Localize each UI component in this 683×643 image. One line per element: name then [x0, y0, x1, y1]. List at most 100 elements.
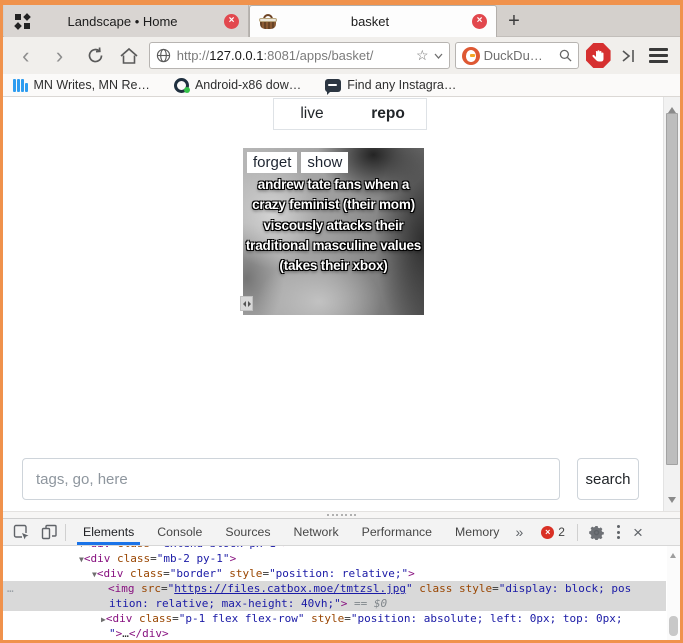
code-token-attr: style: [452, 582, 492, 595]
toolbar-divider: [65, 524, 66, 541]
code-token-attr: class: [110, 552, 150, 565]
devtools-code-line[interactable]: … <img src = "https://files.catbox.moe/tmtz…: [3, 581, 666, 596]
show-button[interactable]: show: [301, 152, 348, 173]
android-icon: [174, 78, 189, 93]
inspect-element-icon[interactable]: [13, 524, 30, 541]
forward-button[interactable]: ›: [49, 42, 71, 70]
tab-title: Landscape • Home: [30, 14, 215, 29]
code-token-link: https://files.catbox.moe/tmtzsl.jpg: [174, 582, 406, 595]
tab-performance[interactable]: Performance: [362, 519, 432, 545]
close-tab-icon[interactable]: ×: [472, 14, 487, 29]
code-token-attr: src: [135, 582, 162, 595]
more-tabs-icon[interactable]: »: [515, 524, 523, 540]
scrollbar-thumb[interactable]: [666, 113, 678, 465]
code-token-tag: >: [283, 546, 290, 550]
tab-network[interactable]: Network: [294, 519, 339, 545]
devtools-scrollbar[interactable]: [667, 546, 680, 640]
bookmark-item[interactable]: Android-x86 dow…: [174, 78, 301, 93]
chat-icon: [325, 79, 341, 92]
mode-switch: live repo: [273, 98, 427, 130]
code-token-punct: =: [172, 612, 179, 625]
repo-link[interactable]: repo: [350, 99, 426, 129]
code-token-attr: class: [413, 582, 453, 595]
bookmark-item[interactable]: MN Writes, MN Re…: [13, 78, 150, 92]
code-token-value: "mb-2 py-1": [157, 552, 230, 565]
forget-button[interactable]: forget: [247, 152, 297, 173]
new-tab-button[interactable]: +: [503, 11, 525, 33]
code-token-value: ition: relative; max-height: 40vh;": [109, 597, 341, 610]
scroll-up-icon[interactable]: [668, 103, 676, 113]
back-button[interactable]: ‹: [15, 42, 37, 70]
line-ellipsis-icon[interactable]: …: [7, 581, 13, 596]
app-grid-icon: [15, 14, 30, 29]
tab-elements[interactable]: Elements: [83, 519, 134, 545]
duckduckgo-icon: [462, 47, 480, 65]
reload-button[interactable]: [84, 42, 106, 70]
code-token-value: ": [406, 582, 413, 595]
search-engine-bar[interactable]: DuckDu…: [455, 42, 579, 69]
tab-basket[interactable]: basket ×: [249, 5, 497, 37]
home-button[interactable]: [118, 42, 140, 70]
error-icon: ×: [541, 526, 554, 539]
bookmark-label: MN Writes, MN Re…: [34, 78, 150, 92]
tab-memory[interactable]: Memory: [455, 519, 499, 545]
error-count: 2: [558, 525, 565, 539]
url-dropdown-icon[interactable]: [434, 53, 443, 59]
devtools-code-line[interactable]: ▼<div class="extend block px-1">: [3, 546, 666, 551]
devtools-resize-handle[interactable]: [3, 511, 680, 518]
code-token-attr: class: [132, 612, 172, 625]
scroll-up-icon[interactable]: [670, 550, 676, 558]
devtools-code-line[interactable]: ▼<div class="border" style="position: re…: [3, 566, 666, 581]
error-badge[interactable]: × 2: [541, 525, 565, 539]
page-scrollbar[interactable]: [663, 97, 680, 511]
mini-scrollbar[interactable]: [240, 296, 253, 311]
settings-gear-icon[interactable]: [589, 525, 604, 540]
code-token-punct: =: [344, 612, 351, 625]
search-button[interactable]: search: [577, 458, 639, 500]
navigation-toolbar: ‹ › http://127.0.0.1:8081/apps/basket/ ☆…: [3, 37, 680, 74]
bookmark-label: Android-x86 dow…: [195, 78, 301, 92]
adblock-stop-icon[interactable]: [586, 43, 611, 68]
tags-input[interactable]: [22, 458, 560, 500]
tab-sources[interactable]: Sources: [225, 519, 270, 545]
devtools-code-line[interactable]: ▶<div class="p-1 flex flex-row" style="p…: [3, 611, 666, 626]
devtools-tabs: Elements Console Sources Network Perform…: [83, 519, 499, 545]
search-icon[interactable]: [559, 49, 572, 62]
devtools-elements-panel: ▶<div class="p-1 flex flex-row" style="p…: [3, 546, 680, 640]
code-token-value: "p-1 flex flex-row": [179, 612, 305, 625]
scroll-down-icon[interactable]: [668, 497, 676, 507]
code-token-punct: =: [492, 582, 499, 595]
devtools-code-line[interactable]: ">…</div>: [3, 626, 666, 640]
code-token-value: ": [109, 627, 116, 640]
tab-console[interactable]: Console: [157, 519, 202, 545]
sidebar-toggle-icon[interactable]: [620, 42, 640, 70]
code-token-tag: <div: [84, 546, 111, 550]
meme-image: forget show andrew tate fans when a craz…: [243, 148, 424, 315]
devtools-code-line[interactable]: ▼<div class="mb-2 py-1">: [3, 551, 666, 566]
bookmark-item[interactable]: Find any Instagra…: [325, 78, 456, 92]
address-bar[interactable]: http://127.0.0.1:8081/apps/basket/ ☆: [149, 42, 450, 69]
code-token-attr: class: [123, 567, 163, 580]
devtools-close-icon[interactable]: ×: [633, 524, 643, 541]
live-link[interactable]: live: [274, 99, 350, 129]
bookmark-star-icon[interactable]: ☆: [416, 47, 429, 64]
scrollbar-thumb[interactable]: [669, 616, 678, 636]
code-token-tag: <div: [106, 612, 133, 625]
code-token-punct: =: [163, 567, 170, 580]
toolbar-divider: [577, 524, 578, 541]
code-token-value: "border": [170, 567, 223, 580]
card-actions: forget show: [243, 148, 352, 177]
menu-hamburger-icon[interactable]: [649, 48, 668, 63]
code-token-attr: class: [110, 546, 150, 550]
code-token-tag: >: [408, 567, 415, 580]
tab-landscape-home[interactable]: Landscape • Home ×: [4, 5, 249, 37]
code-token-tag: <img: [108, 582, 135, 595]
more-options-icon[interactable]: [617, 525, 620, 539]
device-toolbar-icon[interactable]: [41, 524, 58, 540]
code-token-attr: style: [223, 567, 263, 580]
devtools-code-line[interactable]: ition: relative; max-height: 40vh;"> == …: [3, 596, 666, 611]
devtools-toolbar: Elements Console Sources Network Perform…: [3, 518, 680, 546]
close-tab-icon[interactable]: ×: [224, 14, 239, 29]
basket-icon: [259, 14, 277, 30]
tab-bar: Landscape • Home × basket × +: [3, 5, 680, 37]
